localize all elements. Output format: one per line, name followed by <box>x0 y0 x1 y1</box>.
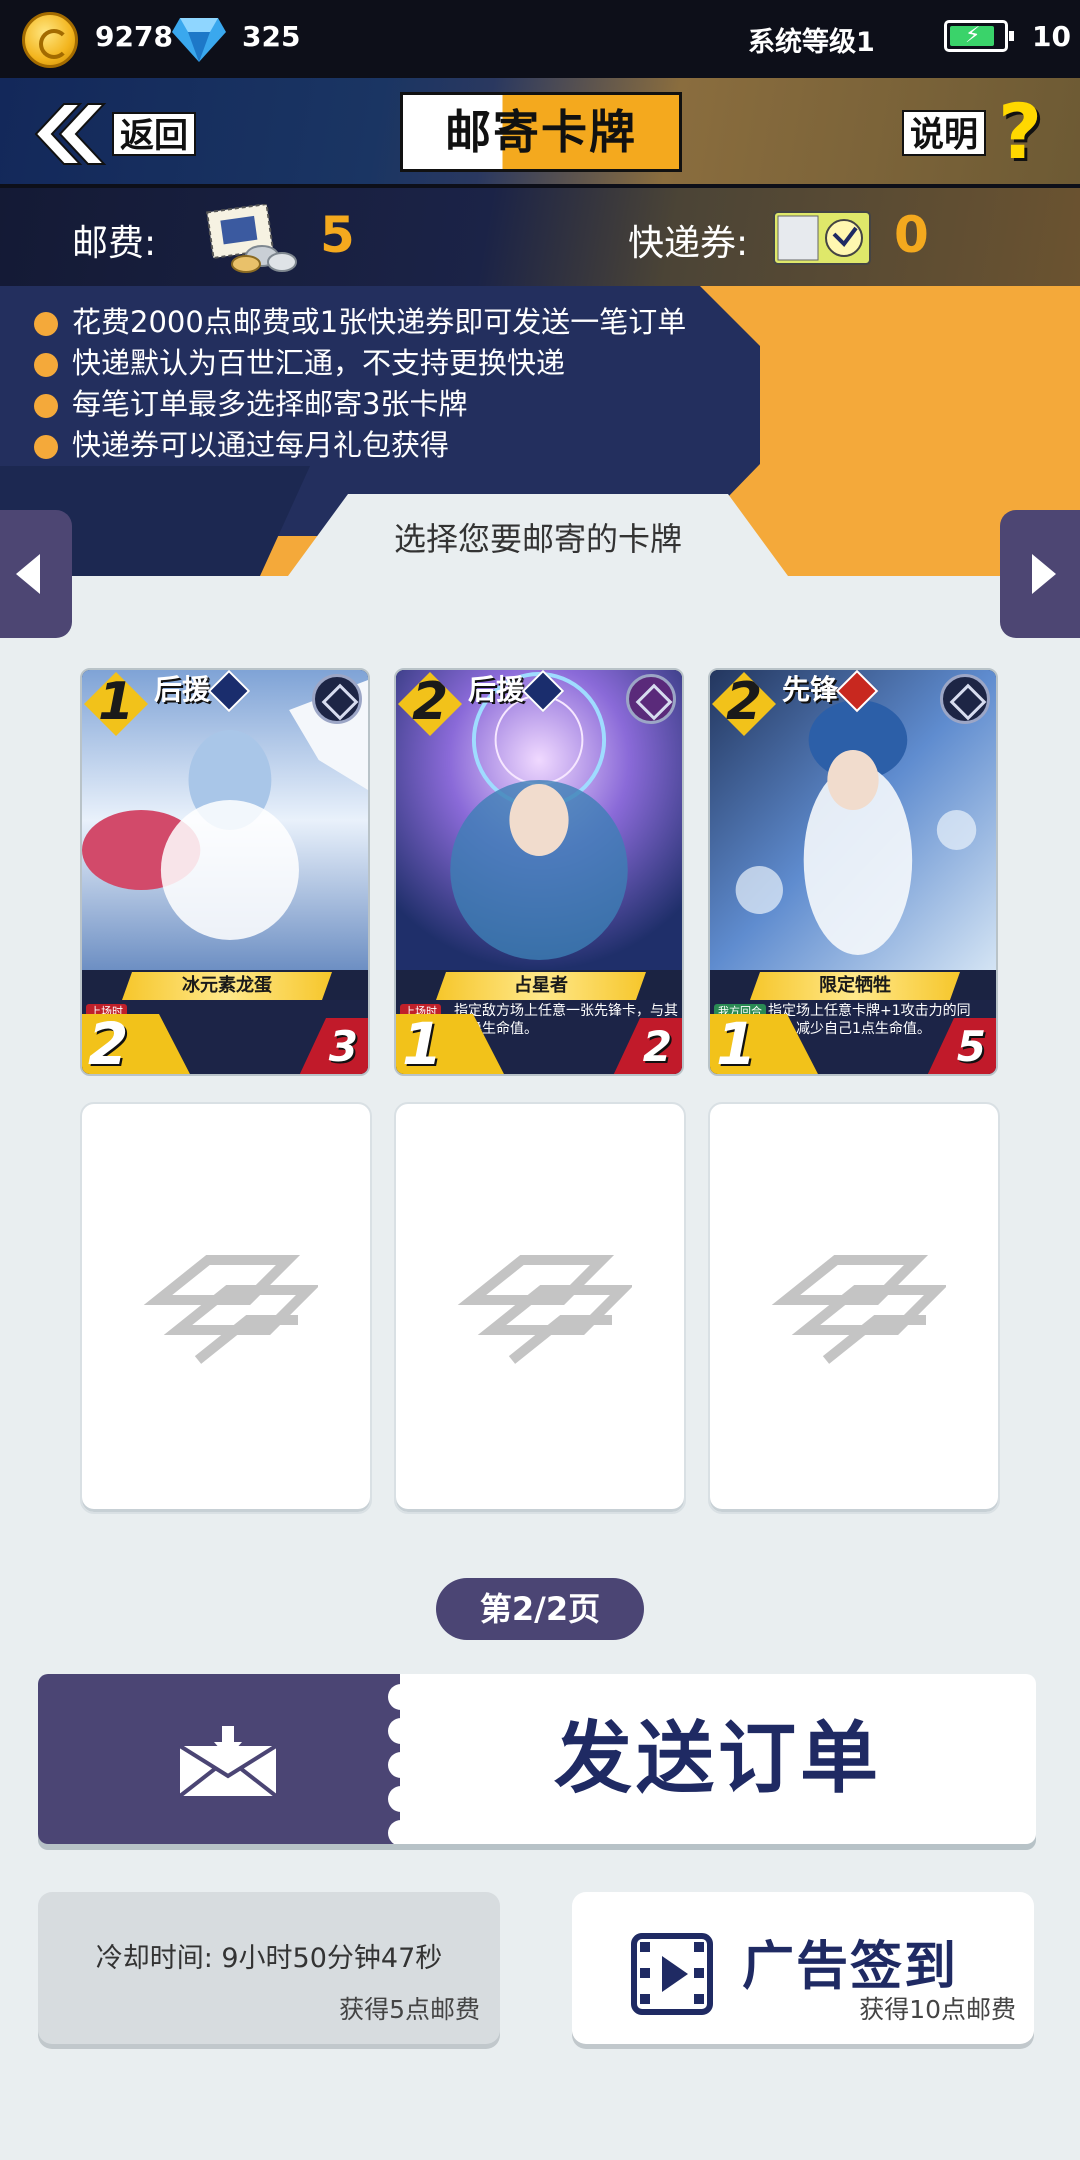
previous-page-button[interactable] <box>0 510 72 638</box>
back-button[interactable]: 返回 <box>30 100 198 168</box>
help-label: 说明 <box>902 110 986 156</box>
card-health: 5 <box>956 1022 986 1071</box>
card-role: 后援 <box>154 673 211 706</box>
card-role: 后援 <box>468 673 525 706</box>
header-bar: 返回 邮寄卡牌 说明 ? <box>0 74 1080 188</box>
card-health: 2 <box>642 1022 672 1071</box>
express-voucher-icon <box>773 211 871 265</box>
system-level: 系统等级1 <box>748 27 875 58</box>
status-bar: 9278 325 系统等级1 ⚡ 10 <box>0 0 1080 74</box>
question-mark-icon: ? <box>998 87 1043 176</box>
card-name: 限定牺牲 <box>750 972 960 1000</box>
send-order-icon-panel <box>38 1674 400 1844</box>
placeholder-logo-icon <box>143 1255 318 1364</box>
empty-card-slot[interactable] <box>708 1102 1000 1514</box>
express-voucher-value: 0 <box>894 206 929 264</box>
diamond-icon <box>172 18 226 62</box>
cooldown-timer: 冷却时间: 9小时50分钟47秒 <box>95 1943 443 1974</box>
card-attack: 2 <box>88 1010 129 1076</box>
rule-item: 快递券可以通过每月礼包获得 <box>34 425 686 466</box>
card-name: 冰元素龙蛋 <box>122 972 332 1000</box>
rule-item: 每笔订单最多选择邮寄3张卡牌 <box>34 384 686 425</box>
selected-card[interactable]: 2 先锋 我方回合 指定场上任意卡牌+1攻击力的同时，减少自己1点生命值。 限定… <box>708 668 998 1076</box>
faction-icon <box>940 674 990 724</box>
page-indicator: 第2/2页 <box>436 1578 644 1640</box>
express-voucher-label: 快递券: <box>628 223 749 264</box>
card-attack: 1 <box>716 1010 757 1076</box>
rule-item: 花费2000点邮费或1张快递券即可发送一笔订单 <box>34 302 686 343</box>
arrow-left-icon <box>16 554 40 594</box>
back-chevron-icon <box>34 103 107 165</box>
page-title: 邮寄卡牌 <box>400 92 682 172</box>
arrow-right-icon <box>1032 554 1056 594</box>
mail-icon <box>178 1726 278 1798</box>
card-role: 先锋 <box>782 673 839 706</box>
card-health: 3 <box>328 1022 358 1071</box>
back-label: 返回 <box>112 112 196 156</box>
placeholder-logo-icon <box>457 1255 632 1364</box>
card-name: 占星者 <box>436 972 646 1000</box>
cooldown-panel: 冷却时间: 9小时50分钟47秒 获得5点邮费 <box>38 1892 500 2044</box>
page-title-text: 邮寄卡牌 <box>445 105 637 159</box>
faction-icon <box>312 674 362 724</box>
gem-balance: 325 <box>242 20 301 53</box>
card-attack: 1 <box>402 1010 443 1076</box>
rule-item: 快递默认为百世汇通，不支持更换快递 <box>34 343 686 384</box>
empty-card-slot[interactable] <box>80 1102 372 1514</box>
video-play-icon <box>631 1933 713 2015</box>
send-order-label: 发送订单 <box>553 1714 882 1804</box>
battery-value: 10 <box>1032 20 1071 53</box>
faction-icon <box>626 674 676 724</box>
send-order-button[interactable]: 发送订单 <box>38 1674 1036 1844</box>
select-cards-label: 选择您要邮寄的卡牌 <box>393 520 682 558</box>
next-page-button[interactable] <box>1000 510 1080 638</box>
help-button[interactable]: 说明 ? <box>902 92 1052 172</box>
postage-value: 5 <box>320 206 355 264</box>
cooldown-reward: 获得5点邮费 <box>339 1995 480 2024</box>
postage-label: 邮费: <box>72 223 157 264</box>
coin-balance: 9278 <box>95 20 173 53</box>
postage-stamp-icon <box>206 204 297 273</box>
selected-card[interactable]: 2 后援 上场时 指定敌方场上任意一张先锋卡，与其互换生命值。 占星者 1 2 <box>394 668 684 1076</box>
ad-signin-reward: 获得10点邮费 <box>859 1995 1016 2024</box>
selected-card[interactable]: 1 后援 上场时 冰元素龙蛋 2 3 <box>80 668 370 1076</box>
ad-signin-label: 广告签到 <box>742 1937 959 1997</box>
gold-coin-icon <box>22 12 78 68</box>
empty-card-slot[interactable] <box>394 1102 686 1514</box>
charging-icon: ⚡ <box>965 23 981 48</box>
fee-row: 邮费: 5 快递券: 0 <box>0 188 1080 286</box>
rules-list: 花费2000点邮费或1张快递券即可发送一笔订单 快递默认为百世汇通，不支持更换快… <box>34 302 686 466</box>
placeholder-logo-icon <box>771 1255 946 1364</box>
ad-signin-button[interactable]: 广告签到 获得10点邮费 <box>572 1892 1034 2044</box>
battery-icon: ⚡ <box>944 20 1014 52</box>
